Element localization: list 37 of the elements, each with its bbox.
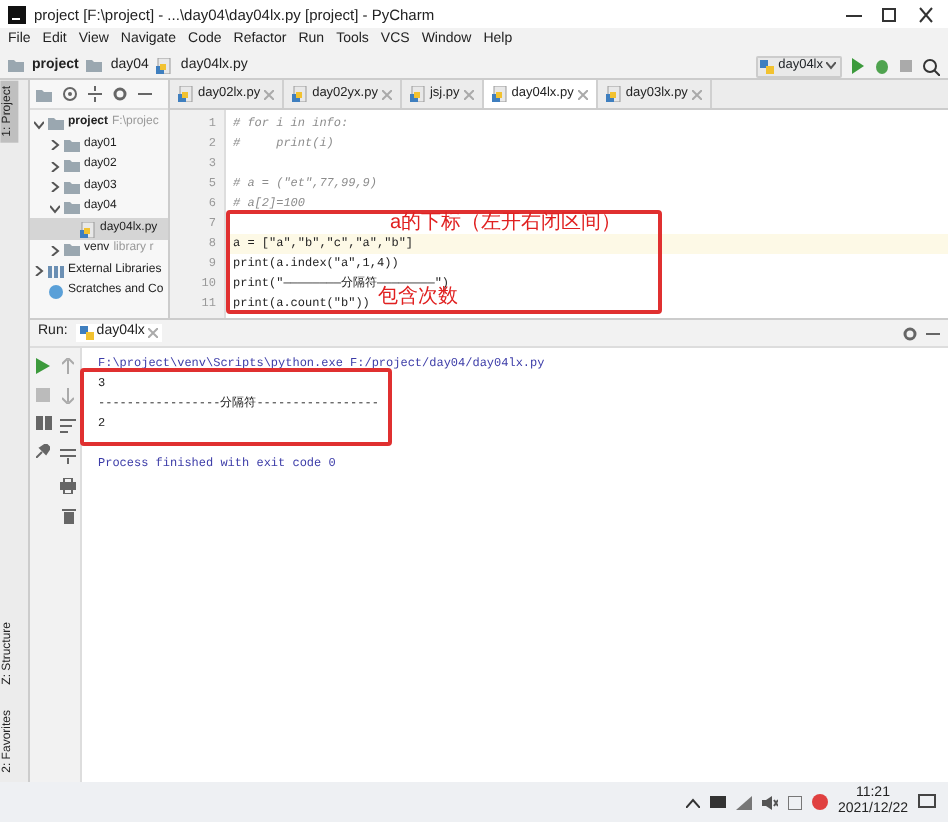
mute-icon[interactable] (761, 795, 778, 809)
wrap-icon[interactable] (60, 418, 76, 434)
library-icon (48, 263, 64, 279)
run-icon[interactable] (850, 58, 866, 74)
app-tray-icon[interactable] (811, 794, 828, 810)
folder-icon (86, 58, 103, 74)
python-file-icon (80, 221, 96, 237)
target-icon[interactable] (62, 86, 78, 102)
chevron-down-icon (34, 119, 44, 129)
chevron-down-icon (50, 203, 60, 213)
python-file-icon (178, 86, 194, 102)
chevron-right-icon (50, 161, 60, 171)
python-file-icon (409, 86, 426, 102)
chevron-right-icon (50, 245, 60, 255)
trash-icon[interactable] (61, 508, 75, 524)
annotation: 包含次数 (378, 286, 458, 310)
app-icon (8, 5, 26, 23)
network-icon[interactable] (735, 795, 752, 809)
layout-icon[interactable] (35, 416, 51, 430)
chevron-right-icon (50, 182, 60, 192)
python-icon (79, 325, 94, 340)
run-icon[interactable] (36, 358, 50, 374)
python-file-icon (292, 86, 309, 102)
caret-icon (826, 62, 837, 70)
print-icon[interactable] (60, 478, 76, 494)
python-file-icon (605, 86, 622, 102)
scratch-icon (48, 284, 64, 300)
python-icon (760, 59, 775, 73)
scroll-end-icon[interactable] (60, 448, 76, 464)
python-file-icon (491, 86, 508, 102)
chevron-right-icon (34, 266, 44, 276)
pin-icon[interactable] (36, 444, 50, 458)
collapse-icon[interactable] (88, 86, 102, 102)
chevron-up-icon[interactable] (685, 797, 700, 807)
chevron-right-icon (50, 140, 60, 150)
search-icon[interactable] (922, 57, 940, 75)
annotation: a的下标（左开右闭区间） (390, 212, 622, 236)
